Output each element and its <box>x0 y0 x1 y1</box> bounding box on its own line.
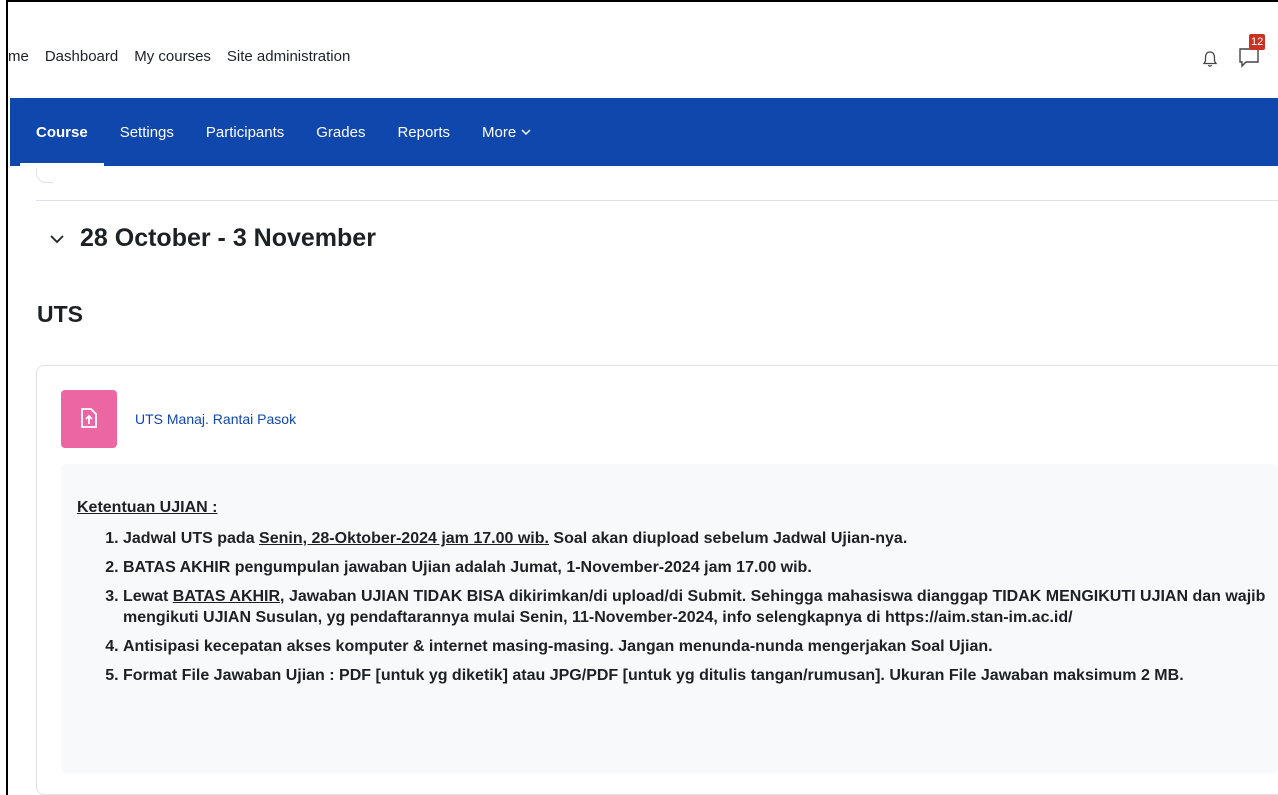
nav-site-administration[interactable]: Site administration <box>227 48 350 65</box>
nav-my-courses[interactable]: My courses <box>134 48 211 65</box>
activity-link[interactable]: UTS Manaj. Rantai Pasok <box>135 411 296 427</box>
list-item: BATAS AKHIR pengumpulan jawaban Ujian ad… <box>123 557 1268 578</box>
notification-badge: 12 <box>1249 34 1266 50</box>
tab-reports[interactable]: Reports <box>381 98 466 166</box>
description-heading: Ketentuan UJIAN : <box>77 499 218 516</box>
section-header: 28 October - 3 November <box>48 224 376 253</box>
list-item: Jadwal UTS pada Senin, 28-Oktober-2024 j… <box>123 528 1268 549</box>
chevron-down-icon[interactable] <box>48 230 66 248</box>
bell-icon[interactable] <box>1201 50 1219 68</box>
list-item: Antisipasi kecepatan akses komputer & in… <box>123 636 1268 657</box>
window-frame-left <box>0 0 8 795</box>
window-frame-top <box>0 0 1278 8</box>
tab-course[interactable]: Course <box>20 98 104 166</box>
previous-section-edge <box>36 168 53 183</box>
tab-more-label: More <box>482 123 517 141</box>
section-subtitle: UTS <box>37 301 83 327</box>
nav-home[interactable]: me <box>8 48 29 65</box>
nav-dashboard[interactable]: Dashboard <box>45 48 118 65</box>
list-item: Format File Jawaban Ujian : PDF [untuk y… <box>123 665 1268 686</box>
tab-more[interactable]: More <box>466 98 547 166</box>
section-title[interactable]: 28 October - 3 November <box>80 224 376 253</box>
chevron-down-icon <box>521 129 531 136</box>
tab-settings[interactable]: Settings <box>104 98 190 166</box>
primary-navigation: me Dashboard My courses Site administrat… <box>8 8 1278 98</box>
secondary-navigation: Course Settings Participants Grades Repo… <box>10 98 1278 166</box>
section-divider <box>36 200 1278 201</box>
tab-grades[interactable]: Grades <box>300 98 381 166</box>
rules-list: Jadwal UTS pada Senin, 28-Oktober-2024 j… <box>101 528 1268 694</box>
list-item: Lewat BATAS AKHIR, Jawaban UJIAN TIDAK B… <box>123 586 1268 628</box>
assignment-icon <box>61 390 117 448</box>
tab-participants[interactable]: Participants <box>190 98 300 166</box>
activity-description: Ketentuan UJIAN : Jadwal UTS pada Senin,… <box>61 464 1278 774</box>
